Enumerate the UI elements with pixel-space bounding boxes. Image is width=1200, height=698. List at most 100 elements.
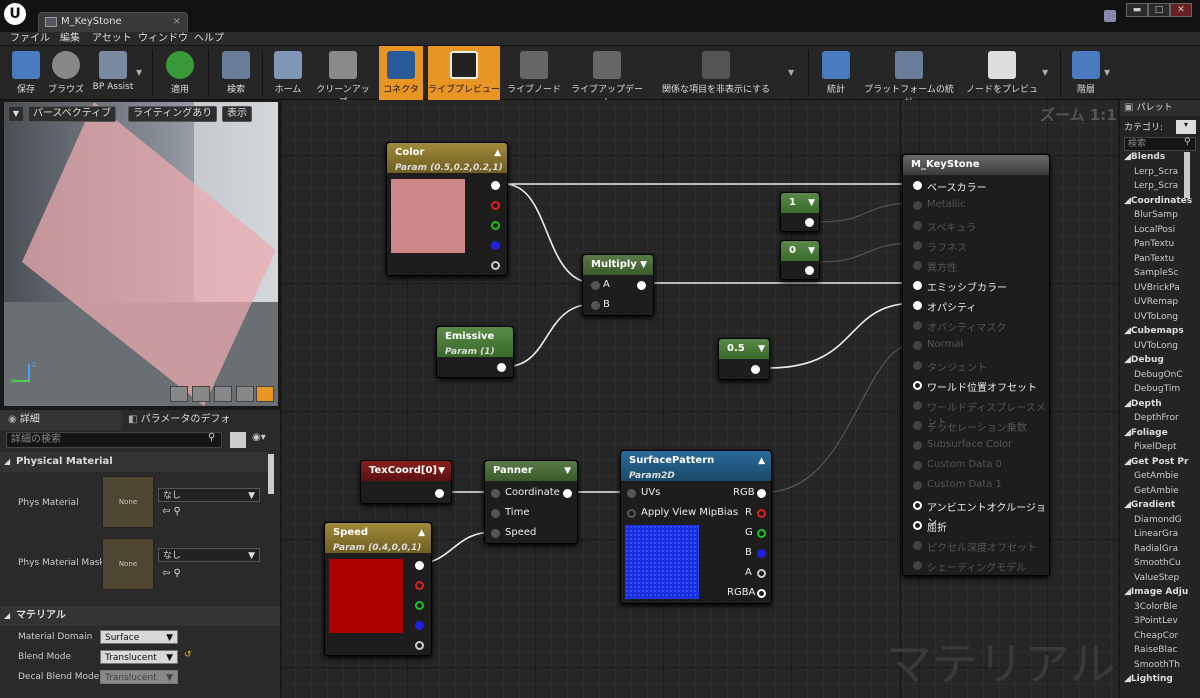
output-pin[interactable] <box>497 363 506 372</box>
input-pin-0[interactable] <box>913 181 922 190</box>
output-pin-rgb[interactable] <box>491 181 500 190</box>
input-pin-16[interactable] <box>913 501 922 510</box>
maximize-button[interactable]: □ <box>1148 3 1170 17</box>
output-pin-r[interactable] <box>415 581 424 590</box>
palette-item[interactable]: SampleSc <box>1134 268 1178 278</box>
input-pin-6[interactable] <box>913 301 922 310</box>
save-button[interactable]: 保存 <box>8 46 44 100</box>
palette-item[interactable]: SmoothTh <box>1134 660 1180 670</box>
output-pin-r[interactable] <box>757 509 766 518</box>
cylinder-mesh-icon[interactable] <box>170 386 188 402</box>
menu-edit[interactable]: 編集 <box>60 32 80 46</box>
use-selected-icon[interactable]: ⇦ ⚲ <box>162 506 181 517</box>
material-section[interactable]: ◢ マテリアル <box>0 606 280 626</box>
palette-item[interactable]: Lerp_Scra <box>1134 167 1178 177</box>
input-pin-8[interactable] <box>913 341 922 350</box>
input-pin-10[interactable] <box>913 381 922 390</box>
chevron-down-icon[interactable]: ▼ <box>1042 68 1048 77</box>
material-result-node[interactable]: M_KeyStone ベースカラー Metallic スペキュラ ラフネス 異方性 エミッ… <box>902 154 1050 576</box>
blend-mode-dropdown[interactable]: Translucent ▼ <box>100 650 178 664</box>
palette-item[interactable]: LinearGra <box>1134 529 1178 539</box>
output-pin[interactable] <box>637 281 646 290</box>
browse-button[interactable]: ブラウズ <box>46 46 86 100</box>
output-pin-a[interactable] <box>757 569 766 578</box>
palette-category[interactable]: ◢Blends <box>1124 152 1165 162</box>
stats-button[interactable]: 統計 <box>818 46 854 100</box>
phys-material-mask-dropdown[interactable]: なし ▼ <box>158 548 260 562</box>
palette-item[interactable]: DiamondG <box>1134 515 1182 525</box>
physical-material-section[interactable]: ◢ Physical Material <box>0 452 270 472</box>
output-pin[interactable] <box>435 489 444 498</box>
phys-material-thumbnail[interactable]: None <box>102 476 154 528</box>
chevron-down-icon[interactable]: ▼ <box>136 68 142 77</box>
menu-help[interactable]: ヘルプ <box>194 32 224 46</box>
input-pin-b[interactable] <box>591 301 600 310</box>
input-pin-1[interactable] <box>913 201 922 210</box>
connectors-button[interactable]: コネクタ <box>379 46 423 100</box>
input-pin-2[interactable] <box>913 221 922 230</box>
notification-icon[interactable] <box>1104 10 1116 22</box>
palette-item[interactable]: RadialGra <box>1134 544 1178 554</box>
input-pin-a[interactable] <box>591 281 600 290</box>
input-pin-uvs[interactable] <box>627 489 636 498</box>
output-pin-rgb[interactable] <box>757 489 766 498</box>
input-pin-coordinate[interactable] <box>491 489 500 498</box>
tab-parameter-defaults[interactable]: ◧ パラメータのデフォル <box>124 410 240 445</box>
panner-node[interactable]: Panner ▼ Coordinate Time Speed <box>484 460 578 544</box>
phys-material-mask-thumbnail[interactable]: None <box>102 538 154 590</box>
palette-item[interactable]: UVToLong <box>1134 341 1178 351</box>
category-dropdown[interactable]: ▾ <box>1176 120 1196 134</box>
input-pin-9[interactable] <box>913 361 922 370</box>
palette-category[interactable]: ◢Gradient <box>1124 500 1175 510</box>
input-pin-12[interactable] <box>913 421 922 430</box>
palette-category[interactable]: ◢Depth <box>1124 399 1162 409</box>
perspective-button[interactable]: パースペクティブ <box>28 106 117 122</box>
palette-item[interactable]: GetAmbie <box>1134 486 1179 496</box>
collapse-triangle-icon[interactable]: ▼ <box>808 241 815 261</box>
output-pin-b[interactable] <box>415 621 424 630</box>
output-pin-b[interactable] <box>757 549 766 558</box>
input-pin-13[interactable] <box>913 441 922 450</box>
collapse-triangle-icon[interactable]: ▼ <box>640 255 647 275</box>
scrollbar[interactable] <box>268 454 274 494</box>
preview-viewport[interactable]: ▼ パースペクティブ ライティングあり 表示 z x <box>4 102 278 406</box>
collapse-triangle-icon[interactable]: ▼ <box>438 461 445 481</box>
output-pin-a[interactable] <box>491 261 500 270</box>
input-pin-7[interactable] <box>913 321 922 330</box>
input-pin-14[interactable] <box>913 461 922 470</box>
cleanup-button[interactable]: クリーンアップ <box>312 46 374 108</box>
palette-item[interactable]: LocalPosi <box>1134 225 1175 235</box>
input-pin-15[interactable] <box>913 481 922 490</box>
palette-item[interactable]: 3PointLev <box>1134 616 1178 626</box>
multiply-node[interactable]: Multiply ▼ A B <box>582 254 654 316</box>
hierarchy-button[interactable]: 階層 <box>1068 46 1104 100</box>
palette-item[interactable]: ValueStep <box>1134 573 1179 583</box>
output-pin[interactable] <box>805 266 814 275</box>
menu-asset[interactable]: アセット <box>92 32 132 46</box>
plane-mesh-icon[interactable] <box>214 386 232 402</box>
input-pin-17[interactable] <box>913 521 922 530</box>
output-pin-r[interactable] <box>491 201 500 210</box>
collapse-triangle-icon[interactable]: ▲ <box>418 523 425 543</box>
home-button[interactable]: ホーム <box>270 46 306 100</box>
palette-item[interactable]: RaiseBlac <box>1134 645 1177 655</box>
collapse-triangle-icon[interactable]: ▼ <box>808 193 815 213</box>
hide-unrelated-button[interactable]: 関係な項目を非表示にする <box>654 46 778 100</box>
palette-category[interactable]: ◢Lighting <box>1124 674 1173 684</box>
palette-item[interactable]: DebugOnC <box>1134 370 1183 380</box>
reset-arrow-icon[interactable]: ↺ <box>184 650 192 660</box>
output-pin[interactable] <box>805 218 814 227</box>
output-pin-g[interactable] <box>415 601 424 610</box>
close-tab-icon[interactable]: × <box>173 13 181 31</box>
constant-half-node[interactable]: 0.5 ▼ <box>718 338 770 380</box>
palette-item[interactable]: CheapCor <box>1134 631 1178 641</box>
input-pin-speed[interactable] <box>491 529 500 538</box>
chevron-down-icon[interactable]: ▼ <box>1104 68 1110 77</box>
output-pin-a[interactable] <box>415 641 424 650</box>
palette-scrollbar[interactable] <box>1184 152 1190 198</box>
palette-category[interactable]: ◢Foliage <box>1124 428 1168 438</box>
close-window-button[interactable]: ✕ <box>1170 3 1192 17</box>
palette-item[interactable]: PanTextu <box>1134 239 1174 249</box>
texcoord-node[interactable]: TexCoord[0] ▼ <box>360 460 452 504</box>
cube-mesh-icon[interactable] <box>236 386 254 402</box>
